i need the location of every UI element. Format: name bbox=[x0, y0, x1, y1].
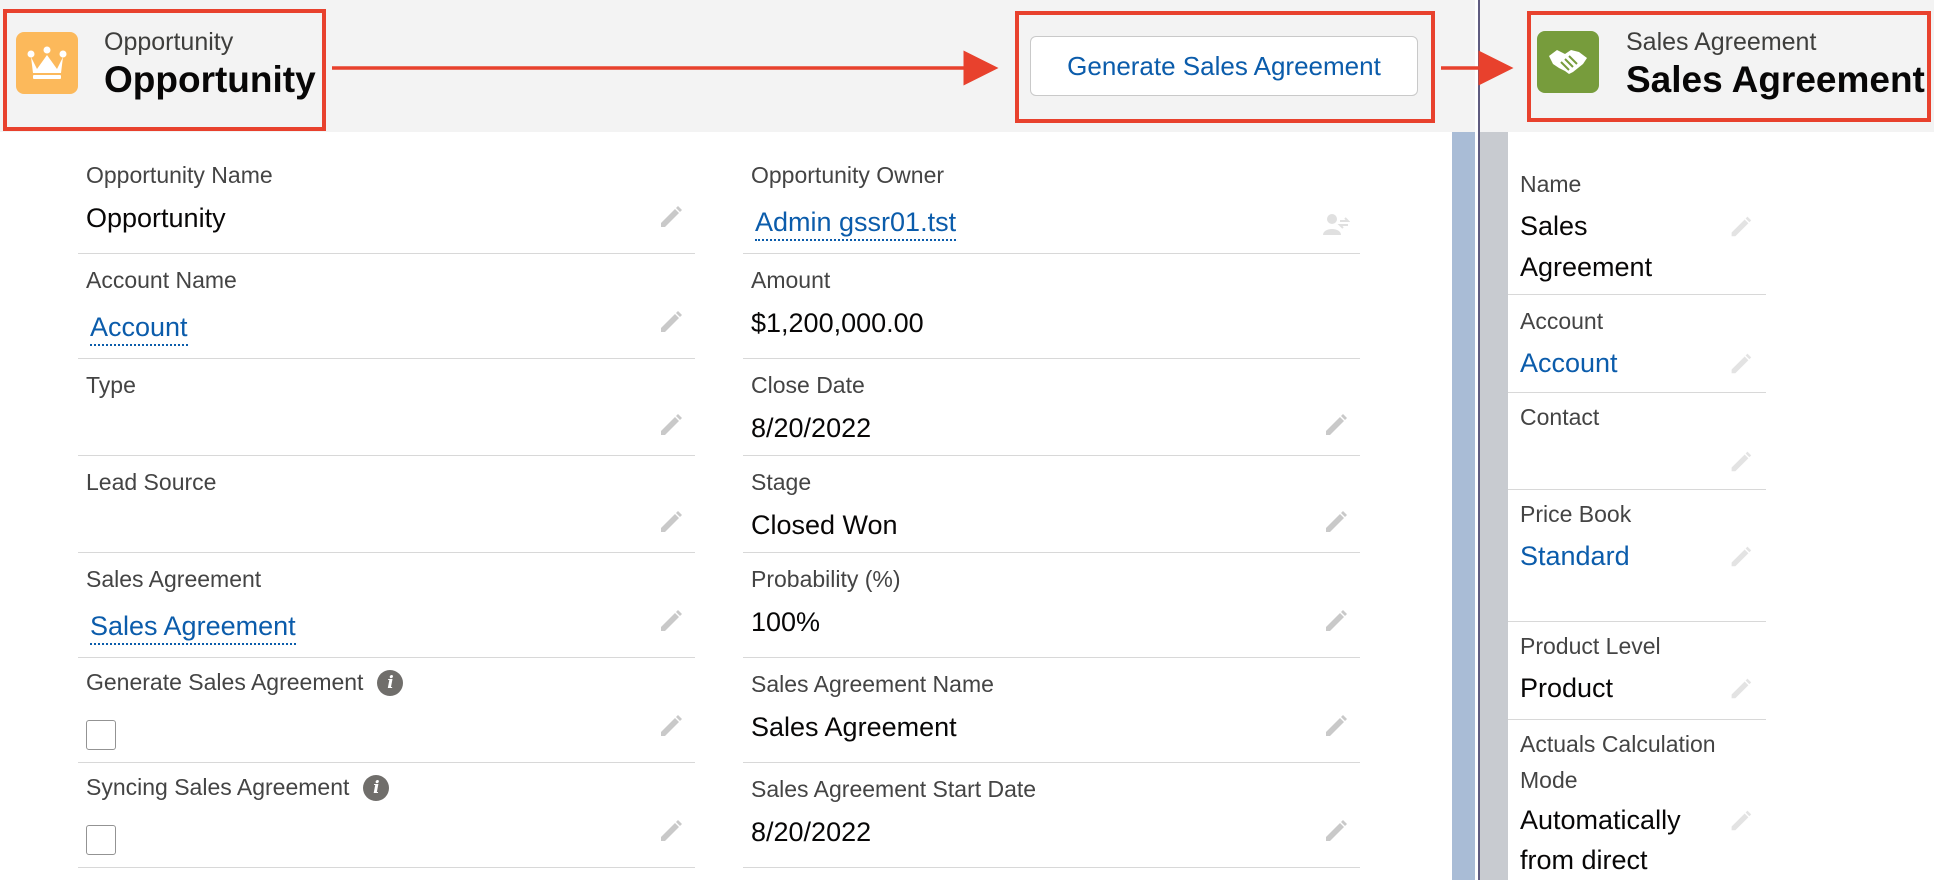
sa-field-actuals-calculation-mode: Actuals Calculation Mode Automatically f… bbox=[1508, 720, 1766, 880]
field-sales-agreement-start-date: Sales Agreement Start Date 8/20/2022 bbox=[743, 763, 1360, 868]
field-opportunity-name: Opportunity Name Opportunity bbox=[78, 149, 695, 254]
field-amount: Amount $1,200,000.00 bbox=[743, 254, 1360, 359]
pencil-icon[interactable] bbox=[1726, 447, 1754, 475]
generate-sales-agreement-button[interactable]: Generate Sales Agreement bbox=[1030, 36, 1418, 96]
object-type-label: Sales Agreement bbox=[1626, 28, 1817, 56]
field-syncing-sales-agreement: Syncing Sales Agreement i bbox=[78, 763, 695, 868]
field-label: Price Book bbox=[1520, 501, 1632, 527]
sales-agreement-link[interactable]: Sales Agreement bbox=[90, 611, 296, 645]
field-value: Opportunity bbox=[86, 203, 226, 233]
field-value-line-2: Agreement bbox=[1520, 252, 1653, 282]
field-label: Close Date bbox=[751, 372, 865, 398]
sa-field-product-level: Product Level Product bbox=[1508, 622, 1766, 720]
price-book-link[interactable]: Standard bbox=[1520, 536, 1630, 577]
crown-icon bbox=[16, 32, 78, 94]
field-close-date: Close Date 8/20/2022 bbox=[743, 359, 1360, 456]
field-label: Lead Source bbox=[86, 469, 217, 495]
field-value: 8/20/2022 bbox=[751, 817, 872, 847]
opportunity-header: Opportunity Opportunity Generate Sales A… bbox=[0, 0, 1475, 132]
record-title: Opportunity bbox=[104, 59, 316, 100]
field-generate-sales-agreement: Generate Sales Agreement i bbox=[78, 658, 695, 763]
field-sales-agreement: Sales Agreement Sales Agreement bbox=[78, 553, 695, 658]
field-stage: Stage Closed Won bbox=[743, 456, 1360, 553]
field-label: Product Level bbox=[1520, 633, 1661, 659]
field-lead-source: Lead Source bbox=[78, 456, 695, 553]
pencil-icon[interactable] bbox=[1320, 409, 1350, 439]
pencil-icon[interactable] bbox=[1320, 815, 1350, 845]
pencil-icon[interactable] bbox=[655, 605, 685, 635]
field-label: Probability (%) bbox=[751, 566, 901, 592]
field-value-line-1: Sales bbox=[1520, 211, 1588, 241]
object-type-label: Opportunity bbox=[104, 28, 234, 56]
field-value: $1,200,000.00 bbox=[751, 308, 924, 338]
field-value: 8/20/2022 bbox=[751, 413, 872, 443]
opportunity-record-panel: Opportunity Opportunity Generate Sales A… bbox=[0, 0, 1475, 880]
field-probability: Probability (%) 100% bbox=[743, 553, 1360, 658]
field-label: Sales Agreement Name bbox=[751, 671, 994, 697]
field-label-row: Syncing Sales Agreement i bbox=[86, 774, 390, 801]
field-label: Sales Agreement bbox=[86, 566, 262, 592]
field-value-line-1: Automatically bbox=[1520, 805, 1681, 835]
pencil-icon[interactable] bbox=[1726, 212, 1754, 240]
syncing-sales-agreement-checkbox[interactable] bbox=[86, 825, 116, 855]
field-label: Account Name bbox=[86, 267, 237, 293]
pencil-icon[interactable] bbox=[655, 506, 685, 536]
pencil-icon[interactable] bbox=[655, 710, 685, 740]
pencil-icon[interactable] bbox=[1726, 806, 1754, 834]
field-label: Account bbox=[1520, 308, 1604, 334]
field-label: Stage bbox=[751, 469, 812, 495]
handshake-icon bbox=[1537, 31, 1599, 93]
record-title: Sales Agreement bbox=[1626, 59, 1925, 100]
field-label-line-2: Mode bbox=[1520, 767, 1578, 793]
field-label: Amount bbox=[751, 267, 831, 293]
pencil-icon[interactable] bbox=[1320, 506, 1350, 536]
pencil-icon[interactable] bbox=[655, 815, 685, 845]
pencil-icon[interactable] bbox=[655, 306, 685, 336]
field-label: Syncing Sales Agreement bbox=[86, 774, 350, 800]
field-value: Sales Agreement bbox=[751, 712, 957, 742]
change-owner-icon[interactable] bbox=[1320, 209, 1350, 239]
owner-link[interactable]: Admin gssr01.tst bbox=[755, 207, 957, 241]
field-label: Opportunity Name bbox=[86, 162, 273, 188]
field-value: Closed Won bbox=[751, 510, 898, 540]
field-value-line-2: from direct bbox=[1520, 845, 1648, 875]
generate-sales-agreement-checkbox[interactable] bbox=[86, 720, 116, 750]
sales-agreement-details: Name Sales Agreement Account Account Con… bbox=[1508, 132, 1934, 880]
field-label: Opportunity Owner bbox=[751, 162, 945, 188]
sa-field-name: Name Sales Agreement bbox=[1508, 132, 1766, 295]
sa-field-contact: Contact bbox=[1508, 393, 1766, 490]
field-label: Name bbox=[1520, 171, 1582, 197]
panel-divider bbox=[1452, 132, 1475, 880]
pencil-icon[interactable] bbox=[655, 201, 685, 231]
pencil-icon[interactable] bbox=[1320, 605, 1350, 635]
sales-agreement-header: Sales Agreement Sales Agreement bbox=[1480, 0, 1934, 132]
info-icon[interactable]: i bbox=[363, 774, 390, 801]
field-label: Generate Sales Agreement bbox=[86, 669, 364, 695]
pencil-icon[interactable] bbox=[1726, 349, 1754, 377]
field-value: Product bbox=[1520, 673, 1614, 703]
field-label: Sales Agreement Start Date bbox=[751, 776, 1037, 802]
account-link[interactable]: Account bbox=[90, 312, 188, 346]
field-value: 100% bbox=[751, 607, 821, 637]
field-account-name: Account Name Account bbox=[78, 254, 695, 359]
info-icon[interactable]: i bbox=[377, 669, 404, 696]
pencil-icon[interactable] bbox=[1726, 542, 1754, 570]
field-label-row: Generate Sales Agreement i bbox=[86, 669, 404, 696]
field-sales-agreement-name: Sales Agreement Name Sales Agreement bbox=[743, 658, 1360, 763]
account-link[interactable]: Account bbox=[1520, 343, 1618, 384]
field-type: Type bbox=[78, 359, 695, 456]
field-label: Type bbox=[86, 372, 136, 398]
sa-field-account: Account Account bbox=[1508, 295, 1766, 393]
field-opportunity-owner: Opportunity Owner Admin gssr01.tst bbox=[743, 149, 1360, 254]
field-label: Contact bbox=[1520, 404, 1600, 430]
pencil-icon[interactable] bbox=[1726, 674, 1754, 702]
sa-field-price-book: Price Book Standard bbox=[1508, 490, 1766, 622]
pencil-icon[interactable] bbox=[1320, 710, 1350, 740]
field-label-line-1: Actuals Calculation bbox=[1520, 731, 1716, 757]
sales-agreement-record-panel: Sales Agreement Sales Agreement Name Sal… bbox=[1480, 0, 1934, 880]
pencil-icon[interactable] bbox=[655, 409, 685, 439]
